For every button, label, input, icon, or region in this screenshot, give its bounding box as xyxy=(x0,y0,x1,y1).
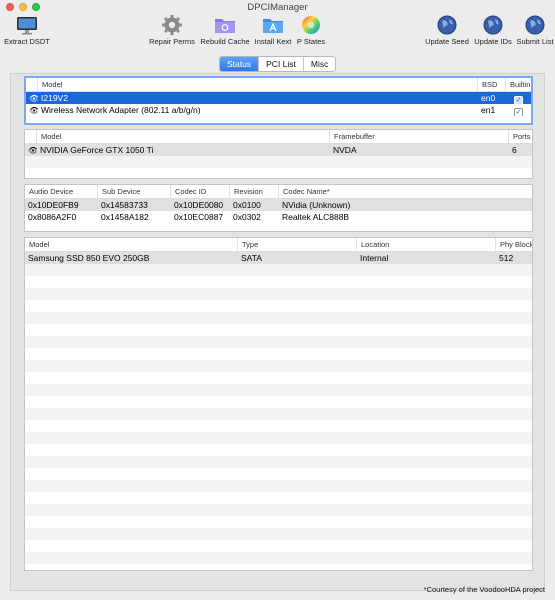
column-header[interactable]: Phy Block xyxy=(496,238,532,251)
column-header[interactable]: Model xyxy=(38,78,478,91)
audio-device: 0x8086A2F0 xyxy=(28,212,77,222)
gear-icon xyxy=(146,14,198,36)
install-kext-label: Install Kext xyxy=(254,37,292,46)
table-row[interactable]: 0x10DE0FB9 0x14583733 0x10DE0080 0x0100 … xyxy=(25,199,532,211)
column-header[interactable]: Model xyxy=(25,238,238,251)
column-header[interactable]: Ports xyxy=(509,130,532,143)
column-header[interactable]: Sub Device xyxy=(98,185,171,198)
extract-dsdt-label: Extract DSDT xyxy=(4,37,50,46)
minimize-button[interactable] xyxy=(19,3,27,11)
empty-rows xyxy=(25,264,532,570)
builtin-checkbox[interactable]: ✓ xyxy=(514,108,523,116)
color-wheel-icon xyxy=(294,14,328,36)
eye-icon: 👁 xyxy=(29,105,38,116)
storage-table[interactable]: Model Type Location Phy Block Samsung SS… xyxy=(24,237,533,571)
disk-model: Samsung SSD 850 EVO 250GB xyxy=(28,253,150,263)
extract-dsdt-button[interactable]: Extract DSDT xyxy=(3,14,51,47)
column-header[interactable]: Framebuffer xyxy=(330,130,509,143)
column-header[interactable]: Revision xyxy=(230,185,279,198)
network-bsd: en0 xyxy=(481,93,496,103)
globe-icon xyxy=(515,14,555,36)
window-title: DPCIManager xyxy=(247,2,308,13)
column-header[interactable]: Codec Name* xyxy=(279,185,532,198)
eye-icon: 👁 xyxy=(28,145,37,156)
table-header: Model Framebuffer Ports xyxy=(25,130,532,144)
zoom-button[interactable] xyxy=(32,3,40,11)
close-button[interactable] xyxy=(6,3,14,11)
rebuild-cache-label: Rebuild Cache xyxy=(200,37,250,46)
p-states-label: P States xyxy=(296,37,326,46)
title-bar: DPCIManager xyxy=(0,0,555,15)
network-model: I219V2 xyxy=(41,93,68,103)
empty-rows xyxy=(25,156,532,178)
audio-codec-id: 0x10DE0080 xyxy=(174,200,224,210)
column-header[interactable]: Audio Device xyxy=(25,185,98,198)
update-seed-label: Update Seed xyxy=(425,37,469,46)
gpu-model: NVIDIA GeForce GTX 1050 Ti xyxy=(40,145,154,155)
audio-device: 0x10DE0FB9 xyxy=(28,200,79,210)
eye-icon: 👁 xyxy=(29,93,38,104)
submit-list-button[interactable]: Submit List xyxy=(515,14,555,47)
column-header[interactable]: BSD xyxy=(478,78,506,91)
globe-icon xyxy=(472,14,514,36)
update-seed-button[interactable]: Update Seed xyxy=(423,14,471,47)
globe-icon xyxy=(423,14,471,36)
update-ids-button[interactable]: Update IDs xyxy=(472,14,514,47)
audio-revision: 0x0100 xyxy=(233,200,261,210)
tab-status[interactable]: Status xyxy=(220,57,260,71)
status-panel: Model BSD Builtin 👁 I219V2 en0 ✓ 👁 Wirel… xyxy=(10,73,545,591)
audio-codec-name: Realtek ALC888B xyxy=(282,212,350,222)
gpu-framebuffer: NVDA xyxy=(333,145,357,155)
disk-phy-block: 512 xyxy=(499,253,514,263)
gpu-ports: 6 xyxy=(512,145,517,155)
folder-icon xyxy=(199,14,251,36)
tab-bar: Status PCI List Misc xyxy=(219,56,337,72)
disk-type: SATA xyxy=(241,253,262,263)
repair-perms-button[interactable]: Repair Perms xyxy=(146,14,198,47)
table-row[interactable]: 👁 I219V2 en0 ✓ xyxy=(26,92,531,104)
audio-codec-id: 0x10EC0887 xyxy=(174,212,224,222)
builtin-checkbox[interactable]: ✓ xyxy=(514,96,523,104)
network-table[interactable]: Model BSD Builtin 👁 I219V2 en0 ✓ 👁 Wirel… xyxy=(24,76,533,125)
repair-perms-label: Repair Perms xyxy=(149,37,195,46)
column-header[interactable]: Model xyxy=(37,130,330,143)
audio-sub-device: 0x1458A182 xyxy=(101,212,149,222)
column-header[interactable]: Type xyxy=(238,238,357,251)
column-header[interactable]: Codec ID xyxy=(171,185,230,198)
footnote: *Courtesy of the VoodooHDA project xyxy=(423,585,545,594)
submit-list-label: Submit List xyxy=(516,37,554,46)
table-header: Model Type Location Phy Block xyxy=(25,238,532,252)
audio-revision: 0x0302 xyxy=(233,212,261,222)
table-row[interactable]: Samsung SSD 850 EVO 250GB SATA Internal … xyxy=(25,252,532,264)
tab-pci-list[interactable]: PCI List xyxy=(259,57,304,71)
audio-codec-name: NVidia (Unknown) xyxy=(282,200,351,210)
table-header: Audio Device Sub Device Codec ID Revisio… xyxy=(25,185,532,199)
network-model: Wireless Network Adapter (802.11 a/b/g/n… xyxy=(41,105,201,115)
rebuild-cache-button[interactable]: Rebuild Cache xyxy=(199,14,251,47)
column-header[interactable] xyxy=(26,78,38,91)
table-row[interactable]: 👁 Wireless Network Adapter (802.11 a/b/g… xyxy=(26,104,531,116)
network-bsd: en1 xyxy=(481,105,496,115)
monitor-icon xyxy=(3,14,51,36)
column-header[interactable]: Builtin xyxy=(506,78,531,91)
update-ids-label: Update IDs xyxy=(474,37,512,46)
p-states-button[interactable]: P States xyxy=(294,14,328,47)
table-row[interactable]: 0x8086A2F0 0x1458A182 0x10EC0887 0x0302 … xyxy=(25,211,532,223)
window-controls xyxy=(6,3,40,11)
disk-location: Internal xyxy=(360,253,389,263)
table-header: Model BSD Builtin xyxy=(26,78,531,92)
app-folder-icon xyxy=(252,14,294,36)
audio-sub-device: 0x14583733 xyxy=(101,200,148,210)
column-header[interactable]: Location xyxy=(357,238,496,251)
install-kext-button[interactable]: Install Kext xyxy=(252,14,294,47)
column-header[interactable] xyxy=(25,130,37,143)
audio-table[interactable]: Audio Device Sub Device Codec ID Revisio… xyxy=(24,184,533,232)
tab-misc[interactable]: Misc xyxy=(304,57,335,71)
graphics-table[interactable]: Model Framebuffer Ports 👁 NVIDIA GeForce… xyxy=(24,129,533,179)
table-row[interactable]: 👁 NVIDIA GeForce GTX 1050 Ti NVDA 6 xyxy=(25,144,532,156)
